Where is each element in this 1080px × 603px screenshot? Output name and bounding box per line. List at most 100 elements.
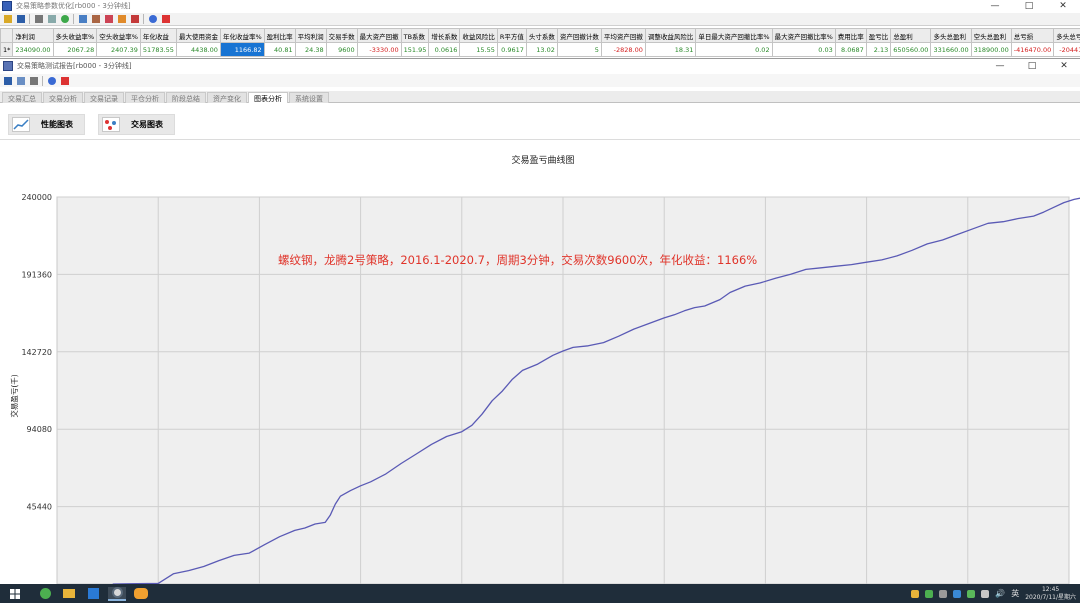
- table-cell[interactable]: 2407.39: [96, 42, 141, 57]
- table-cell[interactable]: 151.95: [400, 42, 430, 57]
- column-header[interactable]: 空头收益率%: [96, 28, 141, 43]
- table-cell[interactable]: -20441: [1053, 42, 1080, 57]
- column-header[interactable]: 盈利比率: [263, 28, 296, 43]
- column-header[interactable]: 头寸系数: [525, 28, 558, 43]
- taskbar-app-trading[interactable]: [108, 586, 126, 601]
- trade-chart-button[interactable]: 交易图表: [98, 114, 175, 135]
- open-file-button[interactable]: [2, 14, 13, 24]
- inner-exit-button[interactable]: [59, 76, 70, 86]
- column-header[interactable]: 平均资产回撤: [600, 28, 646, 43]
- table-cell[interactable]: 0.02: [695, 42, 773, 57]
- table-cell[interactable]: 2067.28: [52, 42, 98, 57]
- taskbar-app-browser[interactable]: [36, 587, 54, 601]
- tray-icon-3[interactable]: [939, 589, 948, 598]
- inner-help-button[interactable]: [46, 76, 57, 86]
- taskbar-app-blue[interactable]: [84, 587, 102, 601]
- tray-icon-2[interactable]: [925, 589, 934, 598]
- table-cell[interactable]: 15.55: [459, 42, 498, 57]
- tray-icon-1[interactable]: [911, 589, 920, 598]
- inner-print-button[interactable]: [28, 76, 39, 86]
- tab-1[interactable]: 交易汇总: [2, 92, 42, 103]
- table-cell[interactable]: -3330.00: [356, 42, 402, 57]
- column-header[interactable]: 交易手数: [325, 28, 358, 43]
- table-cell[interactable]: 2.13: [865, 42, 892, 57]
- maximize-button[interactable]: □: [1012, 0, 1046, 12]
- run-button[interactable]: [59, 14, 70, 24]
- column-header[interactable]: 空头总盈利: [970, 28, 1012, 43]
- table-cell[interactable]: 4438.00: [175, 42, 221, 57]
- column-header[interactable]: TB系数: [400, 28, 430, 43]
- column-header[interactable]: 调整收益风险比: [644, 28, 697, 43]
- column-header[interactable]: 盈亏比: [865, 28, 892, 43]
- column-header[interactable]: 最大资产回撤: [356, 28, 402, 43]
- volume-icon[interactable]: 🔊: [995, 589, 1005, 598]
- table-cell[interactable]: 13.02: [525, 42, 558, 57]
- column-header[interactable]: 多头总盈利: [930, 28, 972, 43]
- network-icon[interactable]: [981, 589, 990, 598]
- column-header[interactable]: 增长系数: [428, 28, 461, 43]
- close-button[interactable]: ✕: [1046, 0, 1080, 12]
- performance-chart-button[interactable]: 性能图表: [8, 114, 85, 135]
- table-cell[interactable]: 1166.82: [219, 42, 265, 57]
- table-cell[interactable]: 24.38: [294, 42, 327, 57]
- tab-5[interactable]: 阶段总结: [166, 92, 206, 103]
- column-header[interactable]: 平均利润: [294, 28, 327, 43]
- tray-icon-5[interactable]: [967, 589, 976, 598]
- link-button[interactable]: [46, 14, 57, 24]
- table-cell[interactable]: 650560.00: [890, 42, 932, 57]
- tab-4[interactable]: 平仓分析: [125, 92, 165, 103]
- inner-copy-button[interactable]: [15, 76, 26, 86]
- column-header[interactable]: 多头收益率%: [52, 28, 98, 43]
- column-header[interactable]: 费用比率: [834, 28, 867, 43]
- table-cell[interactable]: 51783.55: [139, 42, 177, 57]
- column-header[interactable]: 总盈利: [890, 28, 932, 43]
- chart-line-button[interactable]: [103, 14, 114, 24]
- inner-minimize-button[interactable]: —: [984, 59, 1016, 74]
- row-label-cell[interactable]: 1*: [0, 42, 14, 57]
- column-header[interactable]: 净利润: [12, 28, 54, 43]
- report-button[interactable]: [77, 14, 88, 24]
- table-button[interactable]: [90, 14, 101, 24]
- inner-close-button[interactable]: ✕: [1048, 59, 1080, 74]
- chart-pie-button[interactable]: [129, 14, 140, 24]
- inner-save-button[interactable]: [2, 76, 13, 86]
- table-cell[interactable]: 331660.00: [930, 42, 972, 57]
- tab-3[interactable]: 交易记录: [84, 92, 124, 103]
- column-header[interactable]: 资产回撤计数: [556, 28, 602, 43]
- column-header[interactable]: 多头总亏: [1053, 28, 1080, 43]
- column-header[interactable]: R平方值: [496, 28, 527, 43]
- tab-6[interactable]: 资产变化: [207, 92, 247, 103]
- metrics-value-row[interactable]: 1* 234090.00 2067.28 2407.39 51783.55 4438.00…: [0, 42, 1080, 57]
- column-header[interactable]: 年化收益: [139, 28, 177, 43]
- chart-bar-button[interactable]: [116, 14, 127, 24]
- table-cell[interactable]: 5: [556, 42, 602, 57]
- column-header[interactable]: 年化收益率%: [219, 28, 265, 43]
- table-cell[interactable]: 0.0616: [428, 42, 461, 57]
- table-cell[interactable]: 8.0687: [834, 42, 867, 57]
- table-cell[interactable]: 318900.00: [970, 42, 1012, 57]
- table-cell[interactable]: 0.03: [771, 42, 836, 57]
- save-button[interactable]: [15, 14, 26, 24]
- column-header[interactable]: 最大资产回撤比率%: [771, 28, 836, 43]
- taskbar-app-explorer[interactable]: [60, 587, 78, 601]
- table-cell[interactable]: -416470.00: [1010, 42, 1055, 57]
- system-clock[interactable]: 12:45 2020/7/11/星期六: [1025, 586, 1076, 602]
- help-button[interactable]: [147, 14, 158, 24]
- taskbar-app-wechat[interactable]: [132, 587, 150, 601]
- table-cell[interactable]: 0.9617: [496, 42, 527, 57]
- tab-2[interactable]: 交易分析: [43, 92, 83, 103]
- tab-7[interactable]: 图表分析: [248, 92, 288, 103]
- tray-icon-4[interactable]: [953, 589, 962, 598]
- table-cell[interactable]: 234090.00: [12, 42, 54, 57]
- table-cell[interactable]: 9600: [325, 42, 358, 57]
- column-header[interactable]: 收益风险比: [459, 28, 498, 43]
- table-cell[interactable]: 18.31: [644, 42, 697, 57]
- column-header[interactable]: 单日最大资产回撤比率%: [695, 28, 773, 43]
- minimize-button[interactable]: —: [978, 0, 1012, 12]
- column-header[interactable]: 总亏损: [1010, 28, 1055, 43]
- column-header[interactable]: 最大使用资金: [175, 28, 221, 43]
- ime-indicator[interactable]: 英: [1011, 588, 1019, 599]
- inner-maximize-button[interactable]: □: [1016, 59, 1048, 74]
- tab-8[interactable]: 系统设置: [289, 92, 329, 103]
- print-button[interactable]: [33, 14, 44, 24]
